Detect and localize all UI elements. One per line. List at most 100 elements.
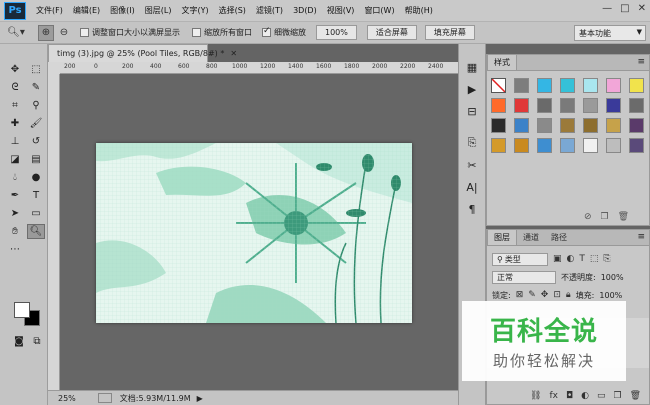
pixel-filter-icon[interactable]: ▣ <box>553 254 562 264</box>
zoom-tool-icon[interactable]: 🔍︎ <box>27 224 45 239</box>
zoom-level[interactable]: 25% <box>58 394 76 403</box>
style-swatch[interactable] <box>629 98 644 113</box>
style-swatch[interactable] <box>537 78 552 93</box>
menu-edit[interactable]: 编辑(E) <box>73 5 100 16</box>
menu-select[interactable]: 选择(S) <box>219 5 246 16</box>
style-swatch[interactable] <box>491 138 506 153</box>
tab-layers[interactable]: 图层 <box>487 229 517 245</box>
minimize-button[interactable]: — <box>602 3 612 14</box>
quick-mask-icon[interactable]: ◙ <box>10 334 28 349</box>
eyedropper-tool-icon[interactable]: ⚲ <box>27 98 45 113</box>
lock-image-icon[interactable]: ✎ <box>528 290 536 300</box>
scrubby-zoom-option[interactable]: 细微缩放 <box>262 26 306 38</box>
status-menu-arrow-icon[interactable]: ▶ <box>197 394 203 403</box>
style-swatch[interactable] <box>514 138 529 153</box>
style-swatch[interactable] <box>514 118 529 133</box>
resize-windows-option[interactable]: 调整窗口大小以满屏显示 <box>80 27 180 38</box>
eraser-tool-icon[interactable]: ◪ <box>6 152 24 167</box>
foreground-color-swatch[interactable] <box>14 302 30 318</box>
menu-layer[interactable]: 图层(L) <box>145 5 172 16</box>
type-filter-icon[interactable]: T <box>579 254 585 264</box>
marquee-tool-icon[interactable]: ⬚ <box>27 62 45 77</box>
style-swatch[interactable] <box>537 98 552 113</box>
zoom-100-button[interactable]: 100% <box>316 25 357 40</box>
style-swatch[interactable] <box>606 78 621 93</box>
menu-window[interactable]: 窗口(W) <box>364 5 394 16</box>
lasso-tool-icon[interactable]: ᘓ <box>6 80 24 95</box>
new-layer-icon[interactable]: ❐ <box>613 391 621 401</box>
new-style-icon[interactable]: ❐ <box>600 212 608 222</box>
style-swatch[interactable] <box>514 98 529 113</box>
zoom-tool-preset-icon[interactable]: 🔍︎▾ <box>4 25 28 41</box>
style-swatch[interactable] <box>560 118 575 133</box>
close-icon[interactable]: ✕ <box>230 49 237 58</box>
style-swatch[interactable] <box>537 138 552 153</box>
brush-presets-panel-icon[interactable]: ✂ <box>462 156 482 174</box>
blend-mode-select[interactable]: 正常 <box>492 270 556 284</box>
layer-kind-filter[interactable]: ⚲ 类型 <box>492 252 548 266</box>
tab-paths[interactable]: 路径 <box>545 230 573 245</box>
style-swatch[interactable] <box>491 78 506 93</box>
layer-mask-icon[interactable]: ◘ <box>566 391 573 401</box>
delete-style-icon[interactable]: 🗑︎ <box>618 212 629 222</box>
workspace-select[interactable]: 基本功能 ▼ <box>574 25 646 41</box>
menu-image[interactable]: 图像(I) <box>110 5 135 16</box>
quick-select-tool-icon[interactable]: ✎ <box>27 80 45 95</box>
zoom-in-icon[interactable]: ⊕ <box>38 24 54 41</box>
zoom-all-windows-checkbox[interactable] <box>192 28 201 37</box>
lock-artboard-icon[interactable]: ⊡ <box>553 290 561 300</box>
shape-filter-icon[interactable]: ⬚ <box>590 254 599 264</box>
menu-file[interactable]: 文件(F) <box>36 5 63 16</box>
style-swatch[interactable] <box>583 118 598 133</box>
edit-toolbar-icon[interactable]: ⋯ <box>6 242 24 257</box>
layer-style-icon[interactable]: fx <box>549 391 558 401</box>
style-swatch[interactable] <box>537 118 552 133</box>
dodge-tool-icon[interactable]: ● <box>27 170 45 185</box>
menu-help[interactable]: 帮助(H) <box>405 5 433 16</box>
adjustment-filter-icon[interactable]: ◐ <box>567 254 575 264</box>
style-swatch[interactable] <box>583 98 598 113</box>
document-image[interactable] <box>96 143 412 323</box>
style-swatch[interactable] <box>560 138 575 153</box>
style-swatch[interactable] <box>629 78 644 93</box>
menu-3d[interactable]: 3D(D) <box>293 6 317 15</box>
close-button[interactable]: ✕ <box>638 3 646 14</box>
hand-tool-icon[interactable]: ✋︎ <box>6 224 24 239</box>
style-swatch[interactable] <box>629 138 644 153</box>
clear-style-icon[interactable]: ⊘ <box>584 212 592 222</box>
properties-panel-icon[interactable]: ⊟ <box>462 102 482 120</box>
style-swatch[interactable] <box>560 98 575 113</box>
healing-brush-tool-icon[interactable]: ✚ <box>6 116 24 131</box>
menu-type[interactable]: 文字(Y) <box>181 5 208 16</box>
style-swatch[interactable] <box>606 138 621 153</box>
actions-panel-icon[interactable]: ▶ <box>462 80 482 98</box>
clone-source-panel-icon[interactable]: ⎘ <box>462 134 482 152</box>
style-swatch[interactable] <box>514 78 529 93</box>
style-swatch[interactable] <box>583 78 598 93</box>
blur-tool-icon[interactable]: 💧︎ <box>6 170 24 185</box>
crop-tool-icon[interactable]: ⌗ <box>6 98 24 113</box>
rectangle-tool-icon[interactable]: ▭ <box>27 206 45 221</box>
lock-transparent-icon[interactable]: ⊠ <box>516 290 524 300</box>
zoom-out-icon[interactable]: ⊖ <box>56 25 72 41</box>
panel-menu-icon[interactable]: ≡ <box>637 232 645 242</box>
resize-windows-checkbox[interactable] <box>80 28 89 37</box>
fill-screen-button[interactable]: 填充屏幕 <box>424 25 475 40</box>
style-swatch[interactable] <box>560 78 575 93</box>
maximize-button[interactable]: □ <box>620 3 629 14</box>
gradient-tool-icon[interactable]: ▤ <box>27 152 45 167</box>
brush-tool-icon[interactable]: 🖌︎ <box>27 116 45 131</box>
fill-value[interactable]: 100% <box>599 291 622 300</box>
style-swatch[interactable] <box>491 98 506 113</box>
move-tool-icon[interactable]: ✥ <box>6 62 24 77</box>
character-panel-icon[interactable]: A| <box>462 178 482 196</box>
zoom-all-windows-option[interactable]: 缩放所有窗口 <box>192 27 252 38</box>
opacity-value[interactable]: 100% <box>601 273 624 282</box>
style-swatch[interactable] <box>583 138 598 153</box>
paragraph-panel-icon[interactable]: ¶ <box>462 200 482 218</box>
fit-screen-button[interactable]: 适合屏幕 <box>366 25 417 40</box>
screen-mode-icon[interactable]: ⧉ <box>28 334 46 349</box>
new-group-icon[interactable]: ▭ <box>597 391 606 401</box>
menu-view[interactable]: 视图(V) <box>327 5 355 16</box>
lock-all-icon[interactable]: 🔒︎ <box>566 290 571 300</box>
